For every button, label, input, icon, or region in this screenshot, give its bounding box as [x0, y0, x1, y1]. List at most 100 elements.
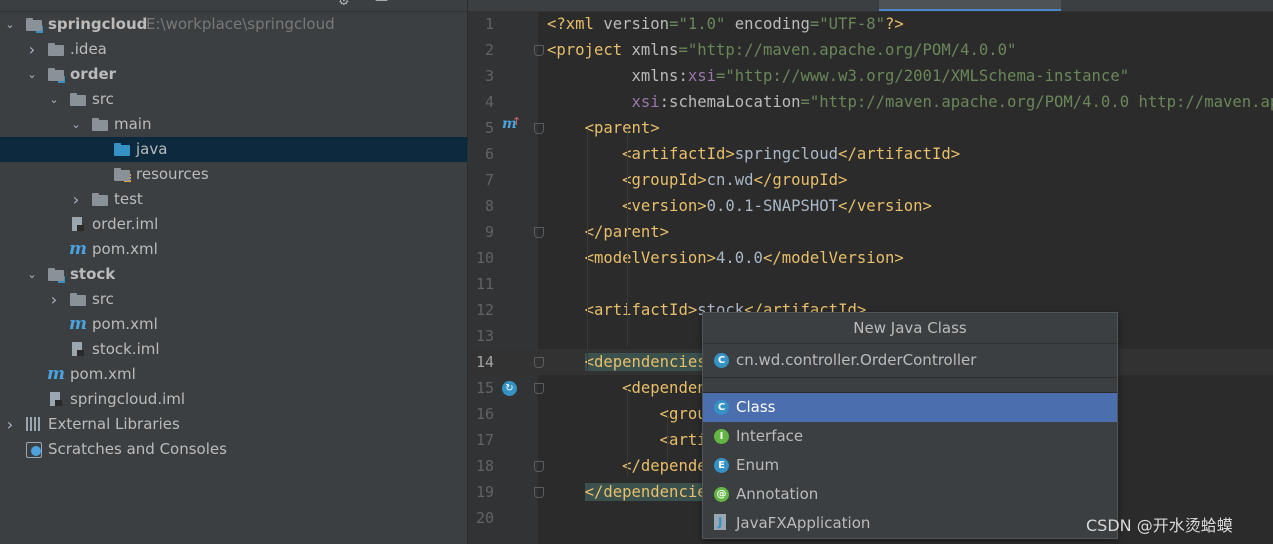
- dependency-gutter-icon[interactable]: ↻: [502, 381, 517, 396]
- tree-item-label: springcloud: [48, 15, 148, 33]
- tree-item-pom-xml[interactable]: m pom.xml: [0, 312, 467, 337]
- class-icon: C: [714, 353, 729, 368]
- code-line: xsi:schemaLocation="http://maven.apache.…: [631, 93, 1273, 111]
- chevron-right-icon[interactable]: ›: [25, 37, 39, 62]
- module-folder-icon: [47, 66, 66, 84]
- iml-file-icon: [47, 391, 65, 408]
- tree-item-src[interactable]: › src: [0, 287, 467, 312]
- line-number: 15: [475, 379, 494, 397]
- tree-item-resources[interactable]: resources: [0, 162, 467, 187]
- fold-marker-icon[interactable]: [534, 123, 544, 134]
- tree-item-label: Scratches and Consoles: [48, 440, 227, 458]
- code-line: <groupId>cn.wd</groupId>: [622, 171, 848, 189]
- fold-marker-icon[interactable]: [534, 461, 544, 472]
- tree-item-label: stock.iml: [92, 340, 160, 358]
- folder-icon: [91, 116, 109, 133]
- tree-item-label: pom.xml: [92, 240, 158, 258]
- tree-item-pom-xml[interactable]: m pom.xml: [0, 362, 467, 387]
- line-number: 18: [475, 457, 494, 475]
- maven-icon: m: [47, 364, 65, 384]
- tree-item-springcloud-iml[interactable]: springcloud.iml: [0, 387, 467, 412]
- chevron-right-icon[interactable]: ›: [3, 412, 17, 437]
- resources-folder-icon: [113, 166, 131, 183]
- tree-item--idea[interactable]: › .idea: [0, 37, 467, 62]
- maven-icon: m: [69, 239, 87, 259]
- tree-item-external-libraries[interactable]: › External Libraries: [0, 412, 467, 437]
- tree-item-java[interactable]: java: [0, 137, 467, 162]
- chevron-right-icon[interactable]: ›: [69, 187, 83, 212]
- chevron-down-icon[interactable]: ⌄: [25, 62, 39, 87]
- line-number: 7: [484, 171, 494, 189]
- fold-marker-icon[interactable]: [534, 227, 544, 238]
- kind-option-class[interactable]: C Class: [703, 393, 1117, 422]
- line-number: 10: [475, 249, 494, 267]
- code-line: <dependencies>: [584, 353, 716, 371]
- line-number: 3: [484, 67, 494, 85]
- line-number: 1: [484, 15, 494, 33]
- kind-option-label: Class: [736, 398, 776, 416]
- code-line: <parent>: [584, 119, 660, 137]
- code-line: </parent>: [547, 219, 670, 245]
- tree-item-scratches-and-consoles[interactable]: Scratches and Consoles: [0, 437, 467, 462]
- tree-item-order-iml[interactable]: order.iml: [0, 212, 467, 237]
- folder-icon: [91, 191, 109, 208]
- line-number: 11: [475, 275, 494, 293]
- annotation-icon: @: [714, 487, 729, 502]
- line-number: 8: [484, 197, 494, 215]
- code-line: <version>0.0.1-SNAPSHOT</version>: [622, 197, 932, 215]
- code-line: <project xmlns="http://maven.apache.org/…: [547, 41, 1017, 59]
- tree-item-stock[interactable]: ⌄ stock: [0, 262, 467, 287]
- kind-option-enum[interactable]: E Enum: [703, 451, 1117, 480]
- source-folder-icon: [113, 141, 131, 158]
- class-name-field[interactable]: C: [703, 344, 1117, 378]
- project-toolbar: ⚙ —: [0, 0, 467, 12]
- tree-item-order[interactable]: ⌄ order: [0, 62, 467, 87]
- class-icon: C: [714, 400, 729, 415]
- kind-option-interface[interactable]: I Interface: [703, 422, 1117, 451]
- module-folder-icon: [25, 16, 44, 34]
- tree-item-main[interactable]: ⌄ main: [0, 112, 467, 137]
- folder-icon: [47, 41, 65, 58]
- chevron-down-icon[interactable]: ⌄: [47, 87, 61, 112]
- kind-option-javafxapplication[interactable]: JavaFXApplication: [703, 509, 1117, 538]
- chevron-down-icon[interactable]: ⌄: [25, 262, 39, 287]
- tree-item-pom-xml[interactable]: m pom.xml: [0, 237, 467, 262]
- line-number: 4: [484, 93, 494, 111]
- navigate-up-arrow-icon[interactable]: ↑: [512, 115, 521, 128]
- kind-option-annotation[interactable]: @ Annotation: [703, 480, 1117, 509]
- kind-option-label: JavaFXApplication: [736, 514, 871, 532]
- settings-icon[interactable]: ⚙: [338, 0, 350, 9]
- code-line: <?xml version="1.0" encoding="UTF-8"?>: [547, 15, 904, 33]
- fold-marker-icon[interactable]: [534, 383, 544, 394]
- tree-item-springcloud[interactable]: ⌄ springcloud E:\workplace\springcloud: [0, 12, 467, 37]
- class-name-input[interactable]: [736, 348, 1106, 372]
- fold-marker-icon[interactable]: [534, 357, 544, 368]
- maven-icon: m: [69, 314, 87, 334]
- tree-item-test[interactable]: › test: [0, 187, 467, 212]
- tree-item-stock-iml[interactable]: stock.iml: [0, 337, 467, 362]
- tree-item-label: src: [92, 290, 114, 308]
- fold-marker-icon[interactable]: [534, 487, 544, 498]
- code-line: xmlns:xsi="http://www.w3.org/2001/XMLSch…: [631, 67, 1130, 85]
- tree-item-src[interactable]: ⌄ src: [0, 87, 467, 112]
- new-java-class-popup: New Java Class C C Class I Interface E Enum @ A…: [702, 312, 1118, 539]
- tree-item-label: src: [92, 90, 114, 108]
- tree-item-label: External Libraries: [48, 415, 180, 433]
- fold-marker-icon[interactable]: [534, 45, 544, 56]
- project-path: E:\workplace\springcloud: [146, 15, 335, 33]
- chevron-right-icon[interactable]: ›: [47, 287, 61, 312]
- line-number: 2: [484, 41, 494, 59]
- tree-item-label: main: [114, 115, 152, 133]
- hide-icon[interactable]: —: [375, 0, 388, 8]
- chevron-down-icon[interactable]: ⌄: [3, 12, 17, 37]
- line-number: 6: [484, 145, 494, 163]
- line-number: 5: [484, 119, 494, 137]
- kind-option-label: Annotation: [736, 485, 819, 503]
- tree-item-label: resources: [136, 165, 209, 183]
- tree-item-label: stock: [70, 265, 116, 283]
- chevron-down-icon[interactable]: ⌄: [69, 112, 83, 137]
- tab-active-pom[interactable]: [879, 0, 1061, 11]
- kind-option-label: Enum: [736, 456, 780, 474]
- popup-separator: [703, 378, 1117, 393]
- iml-file-icon: [69, 341, 87, 358]
